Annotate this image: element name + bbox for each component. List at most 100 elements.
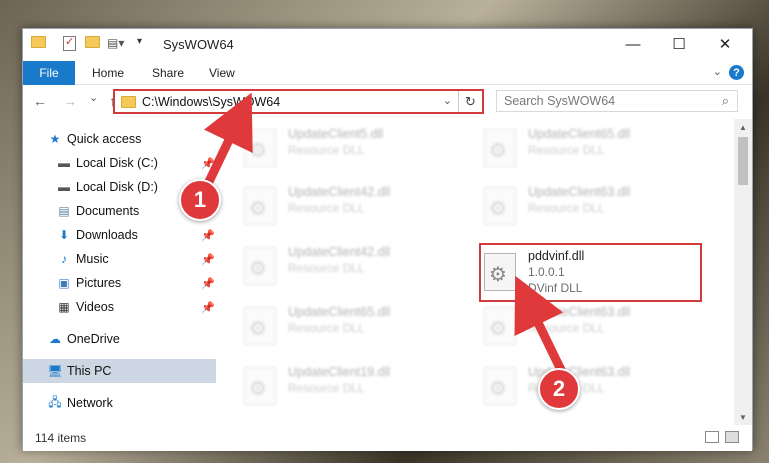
download-icon: ⬇ (58, 228, 70, 242)
file-description: Resource DLL (528, 321, 605, 335)
tab-file[interactable]: File (23, 61, 75, 85)
documents-icon: ▤ (58, 204, 70, 218)
selection-highlight (479, 243, 702, 302)
file-name: UpdateClient42.dll (288, 185, 391, 199)
help-icon[interactable]: ? (729, 65, 744, 80)
file-description: Resource DLL (288, 381, 365, 395)
sidebar-item-downloads[interactable]: ⬇ Downloads 📌 (23, 223, 216, 247)
file-item[interactable]: ⚙ UpdateClient42.dll Resource DLL (238, 241, 468, 289)
sidebar-item-label: Music (76, 252, 109, 266)
sidebar-item-videos[interactable]: ▦ Videos 📌 (23, 295, 216, 319)
computer-icon: 🖥 (47, 364, 63, 378)
file-item[interactable]: ⚙ UpdateClient19.dll Resource DLL (238, 361, 468, 409)
videos-icon: ▦ (58, 300, 70, 314)
sidebar-item-onedrive[interactable]: ☁ OneDrive (23, 327, 216, 351)
address-bar[interactable]: C:\Windows\SysWOW64 ⌄ ↻ (113, 89, 484, 114)
dll-file-icon: ⚙ (244, 129, 276, 167)
search-input[interactable]: Search SysWOW64 ⌕ (496, 90, 738, 112)
file-name: UpdateClient63.dll (528, 185, 631, 199)
scroll-up-icon[interactable]: ▲ (734, 119, 752, 135)
window-title: SysWOW64 (163, 37, 234, 52)
tab-home[interactable]: Home (92, 61, 124, 85)
customize-qa-icon[interactable]: ▤▾ (107, 36, 124, 50)
file-description: Resource DLL (288, 143, 365, 157)
file-name: UpdateClient5.dll (288, 127, 384, 141)
sidebar-item-local-disk-c[interactable]: ▬ Local Disk (C:) 📌 (23, 151, 216, 175)
item-count: 114 items (35, 431, 87, 445)
status-bar: 114 items (23, 425, 752, 451)
file-item[interactable]: ⚙ UpdateClient65.dll Resource DLL (478, 123, 708, 171)
pin-icon[interactable]: 📌 (201, 157, 215, 170)
navigation-bar: ← → ⌄ ↑ C:\Windows\SysWOW64 ⌄ ↻ Search S… (23, 85, 752, 119)
music-icon: ♪ (61, 252, 67, 266)
sidebar-item-music[interactable]: ♪ Music 📌 (23, 247, 216, 271)
search-icon[interactable]: ⌕ (722, 93, 729, 109)
sidebar-item-pictures[interactable]: ▣ Pictures 📌 (23, 271, 216, 295)
search-placeholder: Search SysWOW64 (504, 94, 616, 108)
expand-ribbon-icon[interactable]: ⌄ (713, 65, 722, 78)
dll-file-icon: ⚙ (244, 367, 276, 405)
pin-icon[interactable]: 📌 (201, 301, 215, 314)
sidebar-item-label: OneDrive (67, 332, 120, 346)
sidebar-item-label: Quick access (67, 132, 142, 146)
star-icon: ★ (49, 132, 61, 146)
explorer-window: ▤▾ ▾ SysWOW64 — ☐ ✕ File Home Share View… (22, 28, 753, 451)
sidebar-item-label: Videos (76, 300, 114, 314)
step-badge-2: 2 (538, 368, 580, 410)
tab-share[interactable]: Share (152, 61, 184, 85)
file-name: UpdateClient65.dll (288, 305, 391, 319)
address-dropdown-icon[interactable]: ⌄ (443, 94, 452, 107)
sidebar-item-network[interactable]: 🖧 Network (23, 391, 216, 415)
close-button[interactable]: ✕ (702, 29, 748, 59)
vertical-scrollbar[interactable]: ▲ ▼ (734, 119, 752, 425)
address-path[interactable]: C:\Windows\SysWOW64 (142, 95, 280, 109)
file-item[interactable]: ⚙ UpdateClient63.dll Resource DLL (478, 181, 708, 229)
sidebar-item-label: Downloads (76, 228, 138, 242)
scroll-down-icon[interactable]: ▼ (734, 409, 752, 425)
file-item[interactable]: ⚙ UpdateClient63.dll Resource DLL (478, 301, 708, 349)
sidebar-item-quick-access[interactable]: ★ Quick access (23, 127, 216, 151)
tab-view[interactable]: View (209, 61, 235, 85)
file-item[interactable]: ⚙ UpdateClient63.dll Resource DLL (478, 361, 708, 409)
pin-icon[interactable]: 📌 (201, 229, 215, 242)
cloud-icon: ☁ (49, 332, 61, 346)
sidebar-item-label: Local Disk (C:) (76, 156, 158, 170)
dll-file-icon: ⚙ (484, 187, 516, 225)
file-name: UpdateClient63.dll (528, 305, 631, 319)
pictures-icon: ▣ (58, 276, 70, 290)
large-icons-view-icon[interactable] (725, 431, 739, 443)
dll-file-icon: ⚙ (484, 307, 516, 345)
sidebar-item-this-pc[interactable]: 🖥 This PC (23, 359, 216, 383)
file-item[interactable]: ⚙ UpdateClient5.dll Resource DLL (238, 123, 468, 171)
dll-file-icon: ⚙ (244, 187, 276, 225)
dll-file-icon: ⚙ (244, 307, 276, 345)
dll-file-icon: ⚙ (244, 247, 276, 285)
pin-icon[interactable]: 📌 (201, 277, 215, 290)
back-button[interactable]: ← (33, 93, 47, 109)
maximize-button[interactable]: ☐ (656, 29, 702, 59)
folder-icon (121, 96, 136, 108)
refresh-button[interactable]: ↻ (458, 91, 482, 112)
sidebar-item-label: This PC (67, 364, 112, 378)
details-view-icon[interactable] (705, 431, 719, 443)
dll-file-icon: ⚙ (484, 129, 516, 167)
new-folder-icon[interactable] (85, 36, 100, 48)
file-list: ⚙ UpdateClient5.dll Resource DLL ⚙ Updat… (216, 119, 734, 425)
file-description: Resource DLL (528, 201, 605, 215)
file-item[interactable]: ⚙ UpdateClient42.dll Resource DLL (238, 181, 468, 229)
pin-icon[interactable]: 📌 (201, 253, 215, 266)
file-name: UpdateClient19.dll (288, 365, 391, 379)
recent-locations-button[interactable]: ⌄ (89, 91, 98, 104)
network-icon: 🖧 (48, 394, 62, 409)
file-description: Resource DLL (288, 201, 365, 215)
ribbon-tabs: File Home Share View ⌄ ? (23, 61, 752, 85)
forward-button[interactable]: → (63, 93, 77, 109)
file-item[interactable]: ⚙ UpdateClient65.dll Resource DLL (238, 301, 468, 349)
file-description: Resource DLL (288, 321, 365, 335)
qa-dropdown-icon[interactable]: ▾ (137, 36, 142, 47)
properties-icon[interactable] (63, 35, 76, 51)
minimize-button[interactable]: — (610, 29, 656, 59)
sidebar-item-label: Local Disk (D:) (76, 180, 158, 194)
folder-icon (31, 36, 46, 48)
scrollbar-thumb[interactable] (738, 137, 748, 185)
